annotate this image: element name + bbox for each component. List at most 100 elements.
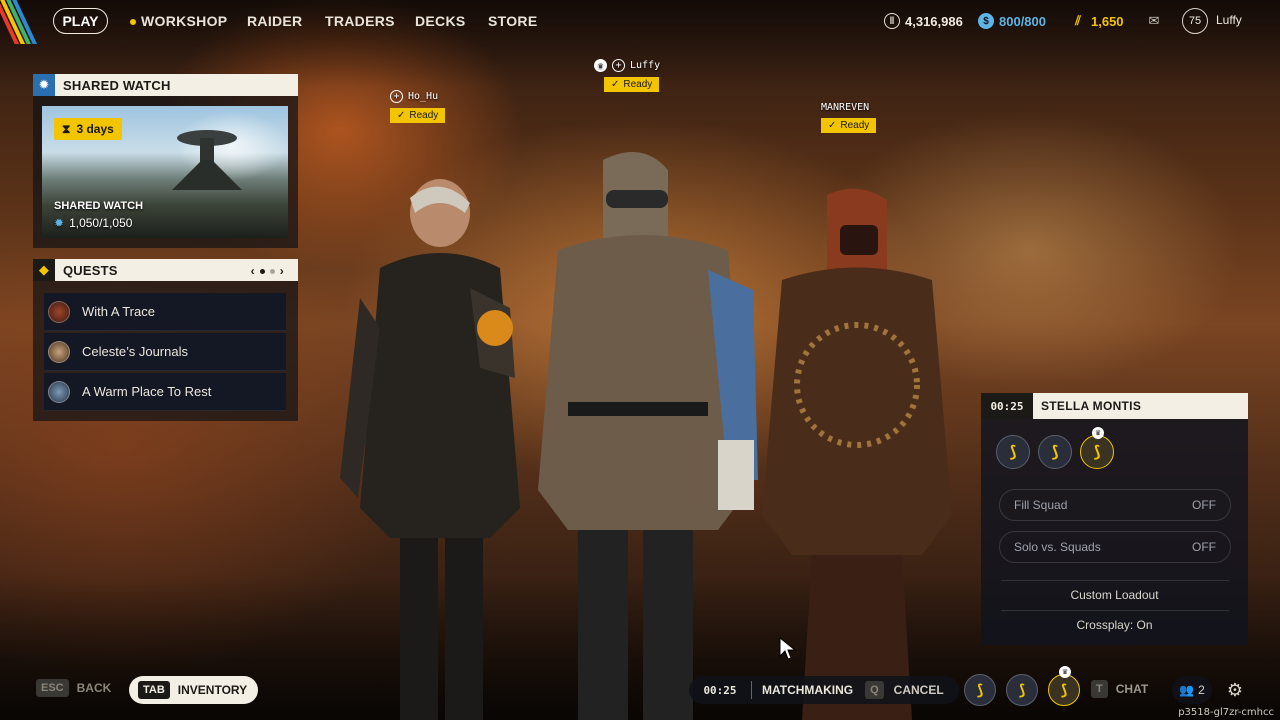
squad-member-emblem-icon: ⟆ — [996, 435, 1030, 469]
crown-icon: ♛ — [594, 59, 607, 72]
quests-header-label: QUESTS — [63, 262, 118, 278]
quest-title: A Warm Place To Rest — [82, 384, 212, 399]
quest-item[interactable]: Celeste’s Journals — [44, 333, 286, 371]
player-nameplate: ♛ + Luffy ✓ Ready — [594, 59, 660, 92]
player-name-row: ♛ + Luffy — [594, 59, 660, 72]
crown-icon: ♛ — [1059, 666, 1071, 678]
inventory-button[interactable]: TAB INVENTORY — [129, 676, 258, 704]
matchmaking-header: 00:25 STELLA MONTIS — [981, 393, 1248, 419]
shared-watch-header-label: SHARED WATCH — [63, 77, 171, 93]
chevron-right-icon[interactable]: › — [280, 264, 284, 278]
ready-badge: ✓ Ready — [390, 108, 446, 123]
quest-diamond-icon: ◆ — [33, 259, 55, 281]
build-id: p3518-gl7zr-cmhcc — [1178, 707, 1274, 718]
add-friend-icon[interactable]: + — [390, 90, 403, 103]
shared-watch-card[interactable]: ⧗ 3 days SHARED WATCH ✹ 1,050/1,050 — [42, 106, 288, 238]
nav-decks[interactable]: DECKS — [415, 13, 466, 29]
pager-dot-active[interactable] — [259, 268, 265, 274]
fill-squad-toggle[interactable]: Fill Squad OFF — [999, 489, 1231, 521]
settings-gear-icon[interactable]: ⚙ — [1222, 678, 1248, 702]
currency-premium[interactable]: ⫽ 1,650 — [1070, 13, 1123, 29]
pager-dot[interactable] — [269, 268, 275, 274]
player-name: Ho_Hu — [408, 91, 439, 102]
raider-tokens-value: 800/800 — [999, 13, 1046, 29]
player-name: MANREVEN — [821, 102, 870, 113]
premium-currency-icon: ⫽ — [1075, 13, 1081, 28]
ready-label: Ready — [409, 110, 439, 121]
character-ho-hu[interactable] — [340, 178, 540, 720]
mail-icon: ✉ — [1148, 13, 1160, 28]
time-remaining-label: 3 days — [76, 122, 114, 136]
back-label: BACK — [76, 681, 112, 695]
currency-raider-tokens[interactable]: $ 800/800 — [978, 13, 1046, 29]
ready-badge: ✓ Ready — [604, 77, 660, 92]
nav-store[interactable]: STORE — [488, 13, 537, 29]
shared-watch-header: ✹ SHARED WATCH — [33, 74, 298, 96]
quest-pager: ‹ › — [251, 264, 284, 278]
q-key-icon: Q — [865, 681, 884, 699]
friends-button[interactable]: 👥 2 — [1172, 676, 1212, 704]
squad-leader-emblem-icon: ♛ ⟆ — [1080, 427, 1114, 469]
esc-key-icon: ESC — [36, 679, 69, 697]
option-label: Solo vs. Squads — [1014, 540, 1101, 554]
add-friend-icon[interactable]: + — [612, 59, 625, 72]
squad-member-emblem-icon[interactable]: ⟆ — [1006, 674, 1038, 706]
shared-watch-progress: ✹ 1,050/1,050 — [54, 216, 132, 230]
checkmark-icon: ✓ — [397, 110, 406, 121]
notification-dot-icon — [130, 19, 136, 26]
custom-loadout-button[interactable]: Custom Loadout — [981, 588, 1248, 602]
matchmaking-label: MATCHMAKING — [762, 683, 854, 697]
time-remaining-badge: ⧗ 3 days — [54, 118, 122, 140]
currency-coins[interactable]: ‖ 4,316,986 — [884, 13, 963, 29]
player-name: Luffy — [630, 60, 661, 71]
shared-watch-image — [172, 130, 242, 190]
chat-button[interactable]: T CHAT — [1091, 680, 1148, 698]
gear-icon: ✹ — [54, 216, 65, 230]
checkmark-icon: ✓ — [611, 79, 620, 90]
play-tab[interactable]: PLAY — [53, 8, 108, 34]
ready-label: Ready — [623, 79, 653, 90]
crossplay-status[interactable]: Crossplay: On — [981, 618, 1248, 632]
nav-traders[interactable]: TRADERS — [325, 13, 395, 29]
profile-username[interactable]: Luffy — [1216, 13, 1242, 27]
raider-token-icon: $ — [978, 13, 994, 29]
shared-watch-progress-value: 1,050/1,050 — [69, 216, 133, 230]
matchmaking-timer: 00:25 — [981, 393, 1033, 419]
ready-badge: ✓ Ready — [821, 118, 877, 133]
quest-item[interactable]: A Warm Place To Rest — [44, 373, 286, 411]
squad-leader-emblem-icon[interactable]: ♛ ⟆ — [1048, 666, 1080, 706]
divider — [751, 681, 752, 699]
hourglass-icon: ⧗ — [62, 121, 71, 136]
player-name-row: MANREVEN — [821, 102, 869, 113]
quest-giver-avatar — [48, 300, 70, 323]
quest-item[interactable]: With A Trace — [44, 293, 286, 331]
top-navigation: PLAY WORKSHOP RAIDER TRADERS DECKS STORE… — [0, 0, 1280, 42]
ready-label: Ready — [840, 120, 870, 131]
character-luffy[interactable] — [518, 150, 768, 720]
player-nameplate: MANREVEN ✓ Ready — [821, 102, 877, 133]
gear-icon: ✹ — [33, 74, 55, 96]
inventory-label: INVENTORY — [177, 683, 248, 697]
option-value: OFF — [1192, 498, 1216, 512]
divider — [1001, 580, 1229, 581]
tab-key-icon: TAB — [138, 681, 170, 699]
mail-button[interactable]: ✉ — [1146, 13, 1162, 29]
option-value: OFF — [1192, 540, 1216, 554]
matchmaking-status-bar: 00:25 MATCHMAKING Q CANCEL — [689, 676, 959, 704]
t-key-icon: T — [1091, 680, 1108, 698]
player-level-badge: 75 — [1182, 8, 1208, 34]
solo-vs-squads-toggle[interactable]: Solo vs. Squads OFF — [999, 531, 1231, 563]
cancel-label: CANCEL — [893, 683, 944, 697]
nav-workshop-label: WORKSHOP — [141, 13, 228, 29]
player-nameplate: + Ho_Hu ✓ Ready — [390, 90, 446, 123]
chevron-left-icon[interactable]: ‹ — [251, 264, 255, 278]
squad-member-emblem-icon[interactable]: ⟆ — [964, 674, 996, 706]
quest-giver-avatar — [48, 340, 70, 363]
nav-workshop[interactable]: WORKSHOP — [130, 13, 227, 29]
quest-title: Celeste’s Journals — [82, 344, 188, 359]
back-button[interactable]: ESC BACK — [36, 679, 111, 697]
cancel-button[interactable]: Q CANCEL — [865, 681, 944, 699]
nav-raider[interactable]: RAIDER — [247, 13, 302, 29]
matchmaking-timer: 00:25 — [703, 683, 737, 697]
quest-giver-avatar — [48, 380, 70, 403]
